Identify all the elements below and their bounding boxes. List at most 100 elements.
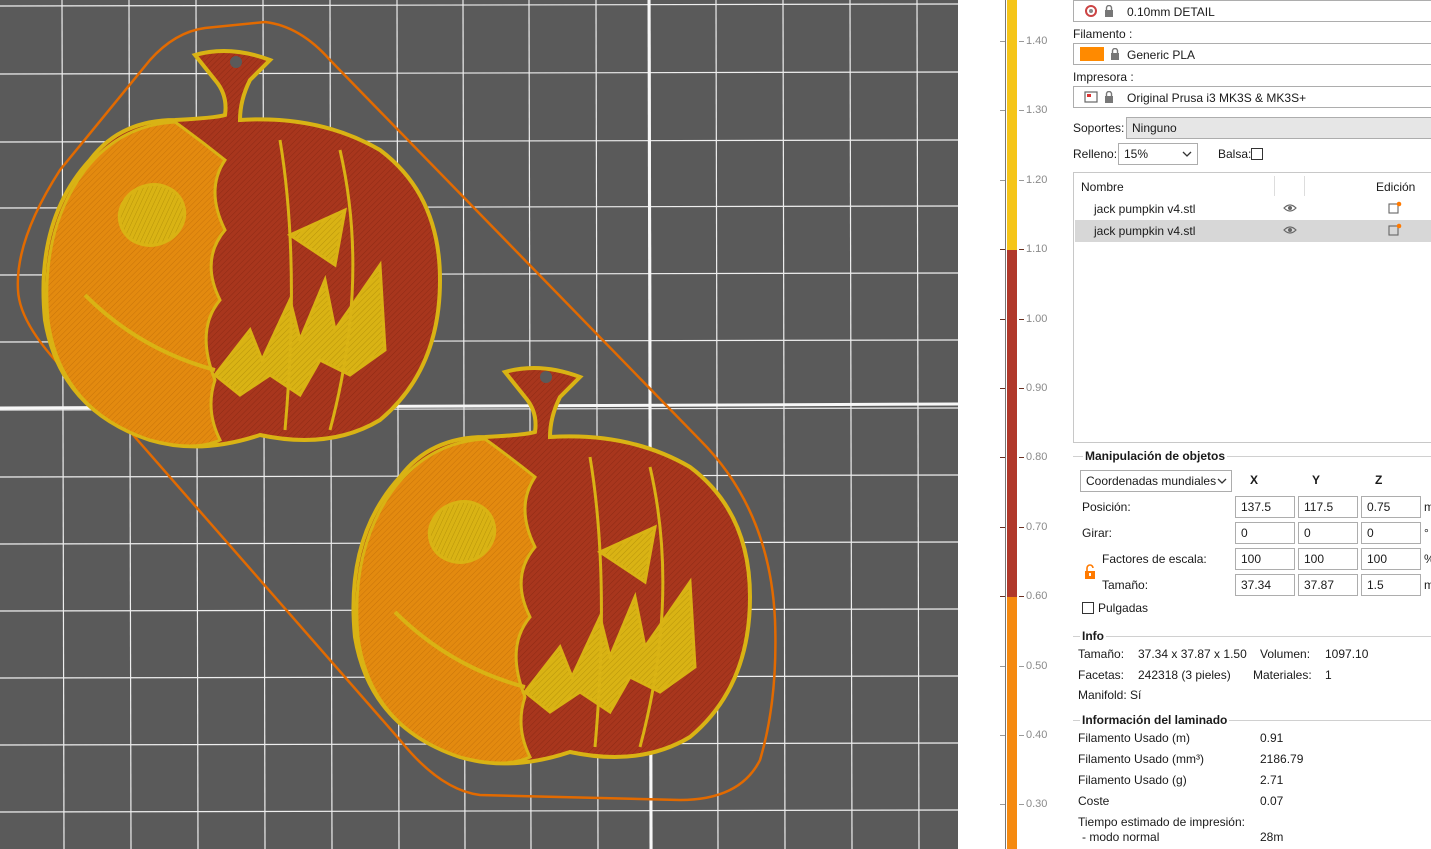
layer-tick: 0.30 [958,798,1068,812]
edit-icon[interactable] [1388,223,1402,237]
rotate-z-input[interactable]: 0 [1361,522,1421,544]
supports-label: Soportes: [1073,121,1125,135]
object-list-row[interactable]: jack pumpkin v4.stl [1075,198,1431,220]
object-list-row-selected[interactable]: jack pumpkin v4.stl [1075,220,1431,242]
slice-info-label: Filamento Usado (mm³) [1078,752,1205,766]
tick-mark [1019,526,1024,528]
normal-mode-value: 28m [1260,830,1284,844]
layer-slider-track-middle [1007,250,1017,597]
layer-tick: 1.40 [958,35,1068,49]
inches-checkbox[interactable] [1082,602,1094,614]
tick-label: 1.00 [1026,312,1048,325]
filament-color-swatch[interactable] [1080,47,1104,61]
lock-icon [1105,5,1113,17]
tick-mark [1000,110,1005,112]
gear-icon [1085,5,1097,17]
size-label: Tamaño: [1102,578,1149,592]
slice-info-value: 2.71 [1260,773,1284,787]
layer-slider[interactable]: 1.40 1.30 1.20 1.10 1.00 0.90 0.80 0.70 0.60 0.50… [958,0,1068,849]
tick-label: 0.40 [1026,729,1048,741]
tick-mark [1000,388,1005,389]
edit-icon[interactable] [1388,201,1402,215]
position-label: Posición: [1082,500,1131,514]
position-y-input[interactable]: 117.5 [1298,496,1358,518]
eye-icon[interactable] [1283,225,1297,235]
scale-x-input[interactable]: 100 [1235,548,1295,570]
info-size-label: Tamaño: [1078,647,1125,661]
manipulation-title: Manipulación de objetos [1083,449,1228,463]
info-volume-value: 1097.10 [1325,647,1369,661]
layer-slider-rail [1005,0,1006,849]
printer-value: Original Prusa i3 MK3S & MK3S+ [1127,91,1307,105]
rotate-x-input[interactable]: 0 [1235,522,1295,544]
tick-mark [1000,665,1005,667]
scale-z-input[interactable]: 100 [1361,548,1421,570]
printer-icon [1084,91,1098,103]
supports-select[interactable]: Ninguno [1126,117,1431,139]
tick-mark [1019,41,1024,42]
size-z-input[interactable]: 1.5 [1361,574,1421,596]
print-profile-select[interactable]: 0.10mm DETAIL [1073,0,1431,22]
object-list[interactable]: Nombre Edición jack pumpkin v4.stl jack … [1073,172,1431,443]
scale-y-input[interactable]: 100 [1298,548,1358,570]
position-unit: m [1424,500,1431,514]
tick-label: 1.10 [1026,243,1048,256]
tick-label: 1.40 [1026,35,1048,47]
position-x-input[interactable]: 137.5 [1235,496,1295,518]
tick-mark [1000,41,1005,42]
size-x-input[interactable]: 37.34 [1235,574,1295,596]
brim-checkbox[interactable] [1251,148,1263,160]
rotate-unit: ° [1424,526,1429,540]
coordinate-system-select[interactable]: Coordenadas mundiales [1080,470,1232,492]
info-manifold-value: Sí [1130,688,1142,702]
tick-mark [1019,249,1024,251]
divider [1073,636,1431,637]
tick-mark [1019,318,1024,320]
info-volume-label: Volumen: [1260,647,1311,661]
tick-mark [1019,804,1024,806]
print-profile-value: 0.10mm DETAIL [1127,5,1215,19]
coordinate-system-value: Coordenadas mundiales [1086,474,1217,488]
infill-select[interactable]: 15% [1118,143,1198,165]
tick-mark [1019,735,1024,736]
position-z-input[interactable]: 0.75 [1361,496,1421,518]
chevron-down-icon [1182,151,1192,157]
layer-tick: 0.70 [958,521,1068,535]
tick-mark [1019,110,1024,112]
unlock-icon[interactable] [1084,564,1096,579]
lock-icon [1105,91,1113,103]
size-y-input[interactable]: 37.87 [1298,574,1358,596]
tick-mark [1000,526,1005,528]
tick-label: 0.50 [1026,659,1048,672]
column-header-name[interactable]: Nombre [1081,180,1124,194]
tick-label: 0.70 [1026,520,1048,533]
normal-mode-label: - modo normal [1082,830,1160,844]
tick-mark [1019,665,1024,667]
filament-select[interactable]: Generic PLA [1073,43,1431,65]
column-header-edit[interactable]: Edición [1376,180,1415,194]
column-divider [1274,176,1275,196]
rotate-y-input[interactable]: 0 [1298,522,1358,544]
tick-label: 0.80 [1026,451,1048,464]
filament-value: Generic PLA [1127,48,1196,62]
axis-z-label: Z [1375,473,1383,487]
print-bed-scene[interactable] [0,0,958,849]
infill-value: 15% [1124,147,1149,161]
slice-info-title: Información del laminado [1080,713,1230,727]
slice-info-label: Filamento Usado (g) [1078,773,1187,787]
printer-select[interactable]: Original Prusa i3 MK3S & MK3S+ [1073,86,1431,108]
rotate-label: Girar: [1082,526,1112,540]
eye-icon[interactable] [1283,203,1297,213]
info-manifold-label: Manifold: [1078,688,1127,702]
info-size-value: 37.34 x 37.87 x 1.50 [1138,647,1247,661]
lock-icon [1111,48,1119,60]
slice-info-value: 2186.79 [1260,752,1304,766]
3d-viewport[interactable] [0,0,958,849]
tick-mark [1019,457,1024,459]
chevron-down-icon [1217,478,1227,485]
axis-y-label: Y [1312,473,1321,487]
slice-info-label: Coste [1078,794,1110,808]
info-title: Info [1080,629,1106,643]
brim-label: Balsa: [1218,147,1252,161]
tick-mark [1000,735,1005,736]
